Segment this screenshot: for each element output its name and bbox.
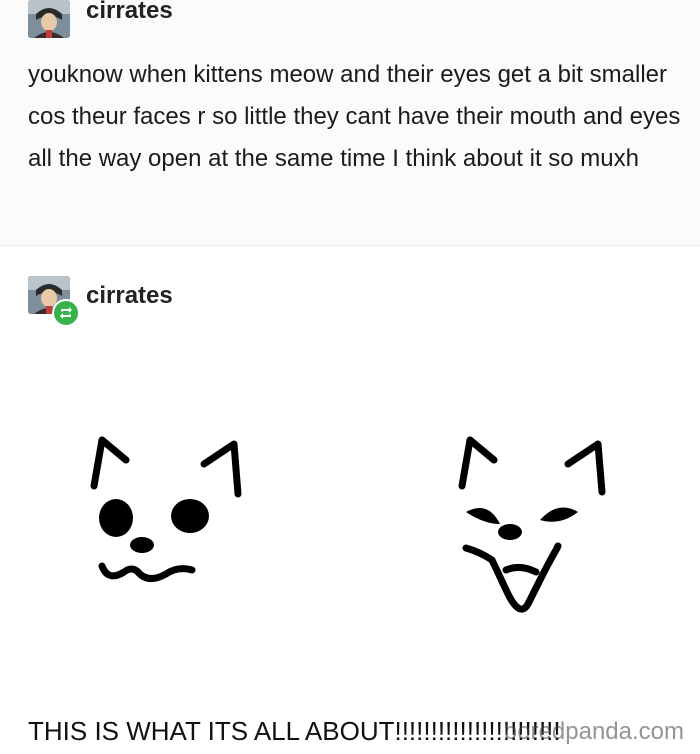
right-eye-squinting	[540, 507, 578, 522]
post-body-text: youknow when kittens meow and their eyes…	[28, 61, 681, 172]
cat-face-closed-mouth-drawing	[90, 436, 242, 582]
cat-mouth	[98, 562, 196, 582]
user-avatar[interactable]	[28, 0, 70, 38]
reblog-icon	[52, 299, 80, 327]
cat-nose	[130, 537, 154, 553]
left-ear	[458, 436, 498, 490]
reblogger-username-link[interactable]: cirrates	[86, 282, 173, 310]
right-ear	[564, 440, 606, 496]
cat-open-mouth	[462, 542, 562, 613]
reblog-caption: THIS IS WHAT ITS ALL ABOUT!!!!!!!!!!!!!!…	[28, 716, 561, 746]
watermark: boredpanda.com	[503, 718, 684, 745]
cat-face-open-mouth-drawing	[458, 436, 606, 613]
username-link[interactable]: cirrates	[86, 0, 173, 25]
original-post: cirrates youknow when kittens meow and t…	[0, 0, 700, 246]
right-eye	[171, 499, 209, 533]
right-ear	[200, 440, 242, 498]
left-eye	[99, 499, 133, 537]
left-ear	[90, 436, 130, 490]
cat-nose	[498, 524, 522, 540]
left-eye-squinting	[466, 508, 500, 524]
cat-tongue-line	[502, 563, 540, 576]
